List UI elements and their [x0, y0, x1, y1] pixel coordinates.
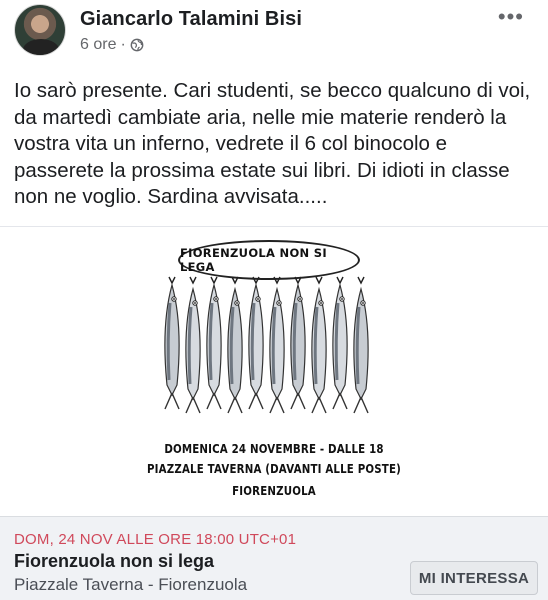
sardine-8: [311, 276, 327, 414]
event-title[interactable]: Fiorenzuola non si lega: [14, 551, 214, 572]
sardine-5: [248, 276, 264, 410]
post-header: Giancarlo Talamini Bisi 6 ore · •••: [0, 0, 548, 66]
sardine-7: [290, 276, 306, 410]
post-meta: 6 ore ·: [80, 36, 144, 54]
event-card[interactable]: DOM, 24 NOV ALLE ORE 18:00 UTC+01 Fioren…: [0, 516, 548, 600]
more-options-icon[interactable]: •••: [498, 6, 524, 28]
event-location: Piazzale Taverna - Fiorenzuola: [14, 575, 248, 594]
sardine-1: [164, 276, 180, 410]
meta-separator: ·: [120, 36, 126, 53]
post-text: Io sarò presente. Cari studenti, se becc…: [14, 79, 531, 208]
speech-bubble: FIORENZUOLA NON SI LEGA: [178, 240, 360, 280]
sardines-illustration: [164, 276, 369, 414]
sardine-3: [206, 276, 222, 410]
poster-date-line: DOMENICA 24 NOVEMBRE - DALLE 18: [164, 441, 384, 456]
sardine-10: [353, 276, 369, 414]
post-author-name[interactable]: Giancarlo Talamini Bisi: [80, 8, 302, 31]
globe-icon: [130, 38, 144, 52]
poster-place-line: PIAZZALE TAVERNA (DAVANTI ALLE POSTE): [147, 461, 401, 476]
post-timestamp[interactable]: 6 ore: [80, 36, 116, 54]
sardine-6: [269, 276, 285, 414]
avatar[interactable]: [14, 4, 66, 56]
sardine-2: [185, 276, 201, 414]
poster-town-line: FIORENZUOLA: [232, 483, 316, 498]
event-poster-image[interactable]: FIORENZUOLA NON SI LEGA DOMENICA 24 NOVE…: [0, 227, 548, 512]
interested-button[interactable]: MI INTERESSA: [410, 561, 538, 595]
sardine-4: [227, 276, 243, 414]
event-date: DOM, 24 NOV ALLE ORE 18:00 UTC+01: [14, 531, 297, 548]
sardine-9: [332, 276, 348, 410]
